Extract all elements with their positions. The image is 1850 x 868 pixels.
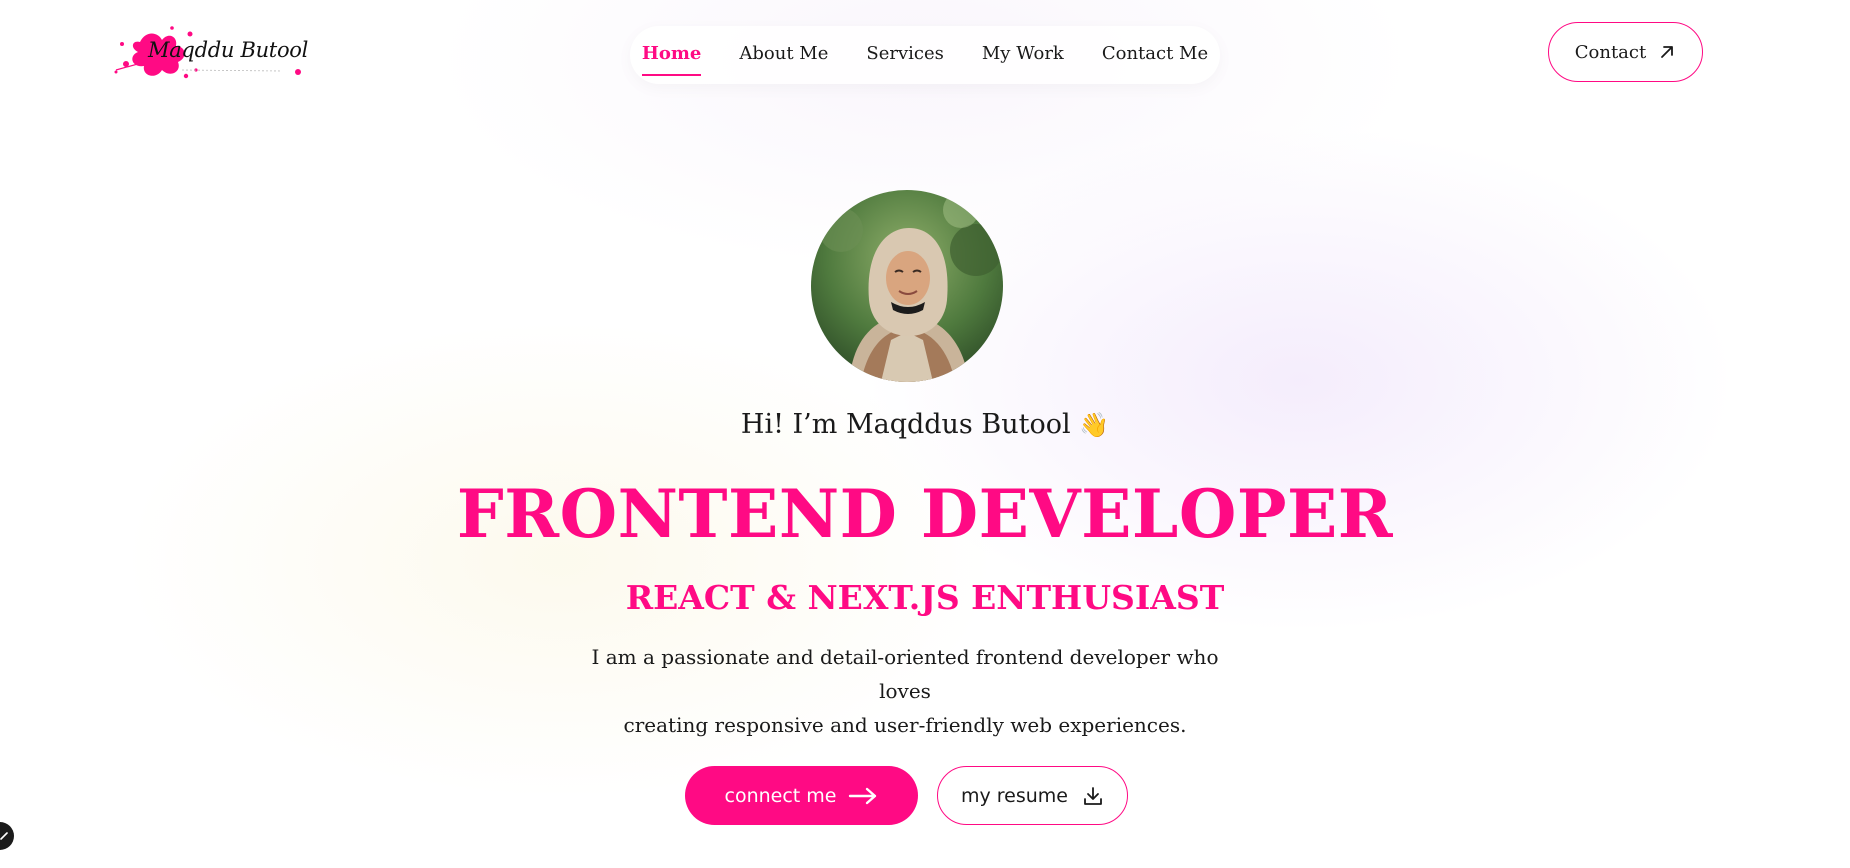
floating-widget-button[interactable]	[0, 822, 14, 850]
connect-me-button[interactable]: connect me	[685, 766, 918, 825]
logo-text: Maqddu Butool	[148, 38, 309, 62]
hero-bio: I am a passionate and detail-oriented fr…	[565, 640, 1245, 742]
my-resume-label: my resume	[960, 784, 1068, 807]
bio-line-2: creating responsive and user-friendly we…	[623, 713, 1187, 737]
contact-button[interactable]: Contact	[1548, 22, 1703, 82]
hero-headline: FRONTEND DEVELOPER	[456, 475, 1394, 553]
connect-me-label: connect me	[724, 784, 837, 807]
site-logo[interactable]: Maqddu Butool	[112, 20, 308, 82]
bio-line-1: I am a passionate and detail-oriented fr…	[591, 645, 1219, 703]
arrow-right-icon	[849, 787, 877, 804]
nav-item-home[interactable]: Home	[641, 43, 701, 76]
contact-button-label: Contact	[1574, 41, 1647, 63]
hero-subheadline: REACT & NEXT.JS ENTHUSIAST	[625, 578, 1225, 617]
main-nav: Home About Me Services My Work Contact M…	[630, 26, 1220, 84]
arrow-up-right-icon	[1661, 46, 1674, 58]
waving-hand-icon: 👋	[1079, 411, 1110, 439]
nav-item-my-work[interactable]: My Work	[982, 43, 1064, 68]
download-icon	[1084, 786, 1102, 805]
nav-item-contact-me[interactable]: Contact Me	[1102, 43, 1208, 68]
hero-greeting: Hi! I’m Maqddus Butool 👋	[0, 409, 1850, 440]
profile-photo	[811, 190, 1003, 382]
chevron-icon	[0, 832, 8, 840]
nav-item-about-me[interactable]: About Me	[739, 43, 828, 68]
greeting-text: Hi! I’m Maqddus Butool	[740, 409, 1071, 440]
nav-item-services[interactable]: Services	[866, 43, 943, 68]
my-resume-button[interactable]: my resume	[937, 766, 1128, 825]
